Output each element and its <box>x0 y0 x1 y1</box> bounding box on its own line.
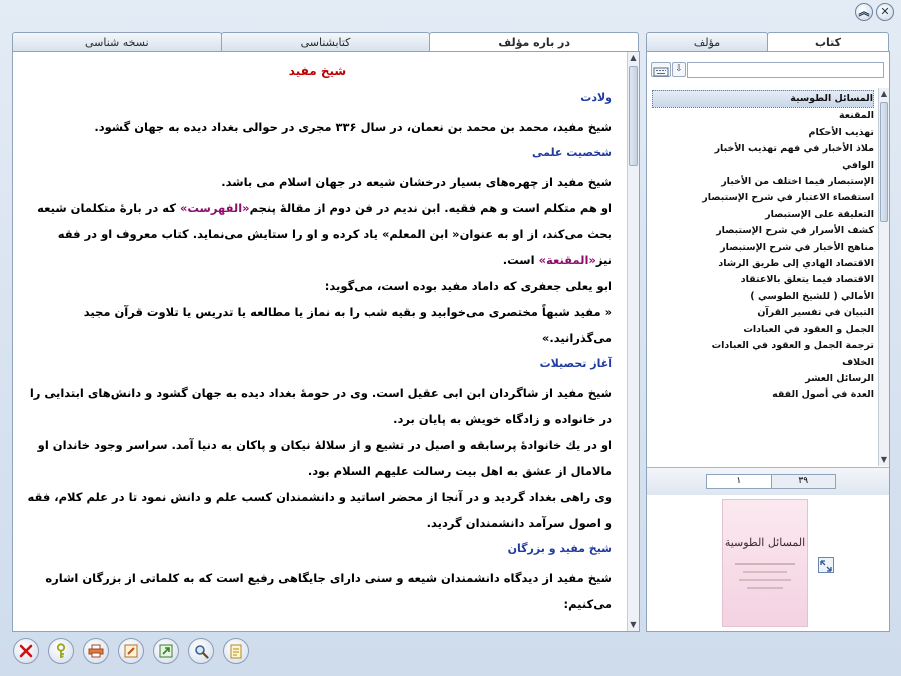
book-list-item[interactable]: الرسائل العشر <box>652 371 874 387</box>
minimize-button[interactable]: ︽ <box>855 3 873 21</box>
scroll-thumb[interactable] <box>880 102 888 222</box>
scroll-up-icon[interactable]: ▲ <box>628 52 639 64</box>
book-list-item[interactable]: الاقتصاد الهادي إلى طريق الرشاد <box>652 256 874 272</box>
article-content: شیخ مفید ولادت شیخ مفید، محمد بن محمد بن… <box>13 52 626 631</box>
paragraph: شیخ مفید از شاگردان ابن ابی عقیل است. وی… <box>29 386 612 426</box>
scroll-thumb[interactable] <box>629 66 638 166</box>
keyboard-icon[interactable] <box>651 62 671 77</box>
tab-manuscripts[interactable]: نسخه شناسی <box>12 32 222 52</box>
chevron-up-icon: ︽ <box>858 5 870 18</box>
page-title: شیخ مفید <box>288 64 347 78</box>
book-reference-link[interactable]: «الفهرست» <box>180 201 250 215</box>
tab-bibliography[interactable]: کتابشناسی <box>220 32 431 52</box>
pager-total: ۳۹ <box>771 475 835 488</box>
book-list-item[interactable]: تهذيب الأحكام <box>652 125 875 141</box>
print-button[interactable] <box>83 638 109 664</box>
edit-button[interactable] <box>118 638 144 664</box>
close-book-button[interactable] <box>13 638 39 664</box>
export-button[interactable] <box>153 638 179 664</box>
book-list-item[interactable]: استقصاء الاعتبار في شرح الإستبصار <box>652 190 874 206</box>
paragraph: شیخ مفید از چهره‌های بسیار درخشان شیعه د… <box>221 175 612 189</box>
paragraph: وی راهی بغداد گردید و در آنجا از محضر اس… <box>27 490 612 530</box>
book-list-item[interactable]: الإستبصار فيما اختلف من الأخبار <box>652 174 874 190</box>
book-list-item[interactable]: ملاذ الأخبار في فهم تهذيب الأخبار <box>652 141 874 157</box>
paragraph-text: او هم متکلم است و هم فقیه. ابن ندیم در ف… <box>249 201 612 215</box>
section-heading-scholars: شیخ مفید و بزرگان <box>507 542 612 555</box>
pencil-icon <box>124 644 138 658</box>
cover-calligraphy: المسائل الطوسية <box>724 536 806 549</box>
expand-icon[interactable] <box>818 557 834 573</box>
pager-box: ۱ ۳۹ <box>706 474 836 489</box>
tab-about-author[interactable]: در باره مؤلف <box>429 32 640 52</box>
paragraph-text: است. <box>502 253 539 267</box>
printer-icon <box>88 644 104 658</box>
book-search-input[interactable] <box>687 62 884 78</box>
tab-book[interactable]: کتاب <box>767 32 889 52</box>
book-list-item[interactable]: ترجمة الجمل و العقود في العبادات <box>652 338 874 354</box>
magnifier-icon <box>194 644 209 659</box>
section-heading-personality: شخصیت علمی <box>531 146 612 159</box>
search-button[interactable] <box>188 638 214 664</box>
export-icon <box>159 644 173 658</box>
book-list-item[interactable]: التبيان في تفسير القرآن <box>652 305 874 321</box>
notes-button[interactable] <box>223 638 249 664</box>
scroll-down-icon[interactable]: ▼ <box>879 454 889 466</box>
book-list-item[interactable]: الجمل و العقود في العبادات <box>652 322 874 338</box>
scroll-down-icon[interactable]: ▼ <box>628 619 639 631</box>
book-list-item[interactable]: المقنعة <box>652 108 874 124</box>
book-list-item[interactable]: الاقتصاد فيما يتعلق بالاعتقاد <box>652 272 874 288</box>
paragraph: ابو یعلی جعفری که داماد مفید بوده است، م… <box>324 279 612 293</box>
book-list-item[interactable]: التعليقة على الإستبصار <box>652 207 874 223</box>
paragraph: او در یك خانوادهٔ پرسابقه و اصیل در تشیع… <box>37 438 612 478</box>
scroll-up-icon[interactable]: ▲ <box>879 88 889 100</box>
pager-current[interactable]: ۱ <box>707 475 772 488</box>
book-list-item[interactable]: العدة في أصول الفقه <box>652 387 874 403</box>
close-window-button[interactable]: ✕ <box>876 3 894 21</box>
right-tab-strip: مؤلف کتاب <box>646 32 889 52</box>
book-list-item[interactable]: مناهج الأخبار في شرح الإستبصار <box>652 240 874 256</box>
arrow-down-icon[interactable]: ⇩ <box>672 62 686 77</box>
booklist-scrollbar[interactable]: ▲ ▼ <box>878 88 889 466</box>
close-icon: ✕ <box>880 5 890 18</box>
article-scrollbar[interactable]: ▲ ▼ <box>627 52 639 631</box>
paragraph: شیخ مفید، محمد بن محمد بن نعمان، در سال … <box>94 120 612 134</box>
section-heading-birth: ولادت <box>580 91 612 104</box>
key-button[interactable] <box>48 638 74 664</box>
section-heading-education: آغاز تحصیلات <box>539 357 612 370</box>
book-list-item[interactable]: المسائل الطوسية <box>652 90 874 109</box>
tab-author[interactable]: مؤلف <box>646 32 768 52</box>
book-reference-link[interactable]: «المقنعة» <box>539 253 596 267</box>
notepad-icon <box>230 644 242 658</box>
book-cover-image: المسائل الطوسية <box>722 499 808 627</box>
book-list-item[interactable]: الأمالي ( للشيخ الطوسي ) <box>652 289 874 305</box>
key-icon <box>56 643 66 658</box>
book-list-item[interactable]: كشف الأسرار في شرح الإستبصار <box>652 223 874 239</box>
paragraph: « مفید شبهاً مختصری می‌خوابید و بقیه شب … <box>83 305 612 345</box>
book-list: المسائل الطوسية المقنعة تهذيب الأحكام ملاذ … <box>648 88 878 466</box>
red-x-icon <box>19 644 33 658</box>
left-tab-strip: نسخه شناسی کتابشناسی در باره مؤلف <box>12 32 640 52</box>
book-list-item[interactable]: الخلاف <box>652 355 874 371</box>
paragraph: او هم متکلم است و هم فقیه. ابن ندیم در ف… <box>23 195 612 273</box>
book-list-item[interactable]: الوافي <box>652 158 874 174</box>
paragraph: شیخ مفید از دیدگاه دانشمندان شیعه و سنی … <box>45 571 612 611</box>
